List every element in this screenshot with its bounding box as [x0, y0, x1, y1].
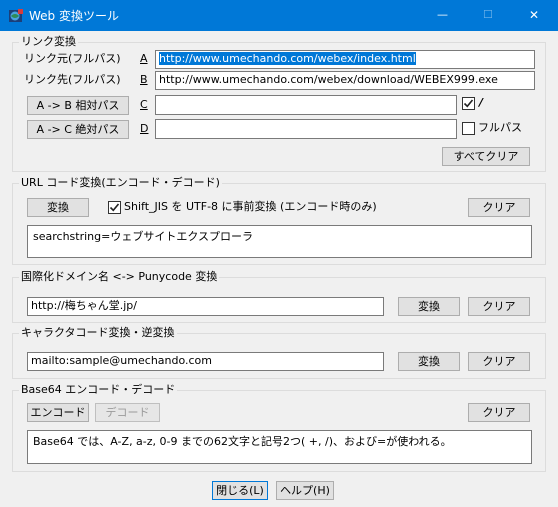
base64-text-value: Base64 では、A-Z, a-z, 0-9 までの62文字と記号2つ( +,… [33, 435, 452, 448]
target-key: B [140, 73, 148, 86]
charcode-clear-button[interactable]: クリア [468, 352, 530, 371]
url-convert-button[interactable]: 変換 [27, 198, 89, 217]
link-conversion-legend: リンク変換 [19, 35, 78, 49]
title-bar[interactable]: Web 変換ツール — ☐ ✕ [0, 0, 558, 31]
charcode-input[interactable]: mailto:sample@umechando.com [27, 352, 384, 371]
target-url-input[interactable]: http://www.umechando.com/webex/download/… [155, 71, 535, 90]
absolute-key: D [140, 122, 149, 135]
base64-text-area[interactable]: Base64 では、A-Z, a-z, 0-9 までの62文字と記号2つ( +,… [27, 430, 532, 464]
url-text-area[interactable]: searchstring=ウェブサイトエクスプローラ [27, 225, 532, 258]
url-text-value: searchstring=ウェブサイトエクスプローラ [33, 230, 254, 243]
checkmark-icon [463, 99, 474, 108]
minimize-icon: — [437, 8, 448, 21]
app-globe-icon [9, 9, 23, 22]
sjis-precheck-label: Shift_JIS を UTF-8 に事前変換 (エンコード時のみ) [124, 200, 377, 213]
idn-input[interactable]: http://梅ちゃん堂.jp/ [27, 297, 384, 316]
target-url-value: http://www.umechando.com/webex/download/… [159, 73, 498, 86]
charcode-input-value: mailto:sample@umechando.com [31, 354, 213, 367]
source-url-value: http://www.umechando.com/webex/index.htm… [159, 52, 416, 65]
relative-key: C [140, 98, 148, 111]
idn-legend: 国際化ドメイン名 <-> Punycode 変換 [19, 270, 220, 284]
clear-all-button[interactable]: すべてクリア [442, 147, 530, 166]
absolute-path-output[interactable] [155, 119, 457, 139]
source-url-input[interactable]: http://www.umechando.com/webex/index.htm… [155, 50, 535, 69]
app-window: Web 変換ツール — ☐ ✕ リンク変換 リンク元(フルパス) A http:… [0, 0, 558, 507]
maximize-button[interactable]: ☐ [466, 0, 512, 31]
minimize-button[interactable]: — [420, 0, 466, 31]
help-button[interactable]: ヘルプ(H) [276, 481, 334, 500]
source-label: リンク元(フルパス) [24, 52, 121, 65]
checkmark-icon [109, 203, 120, 212]
absolute-path-button[interactable]: A -> C 絶対パス [27, 120, 129, 139]
close-button[interactable]: 閉じる(L) [212, 481, 268, 500]
fullpath-checkbox-label: フルパス [478, 121, 522, 134]
charcode-convert-button[interactable]: 変換 [398, 352, 460, 371]
idn-input-value: http://梅ちゃん堂.jp/ [31, 299, 137, 312]
base64-decode-button[interactable]: デコード [95, 403, 160, 422]
relative-path-output[interactable] [155, 95, 457, 115]
relative-checkbox[interactable] [462, 97, 475, 110]
base64-legend: Base64 エンコード・デコード [19, 383, 178, 397]
relative-path-button[interactable]: A -> B 相対パス [27, 96, 129, 115]
charcode-legend: キャラクタコード変換・逆変換 [19, 326, 177, 340]
window-title: Web 変換ツール [29, 9, 119, 23]
fullpath-checkbox[interactable] [462, 122, 475, 135]
base64-clear-button[interactable]: クリア [468, 403, 530, 422]
url-encode-legend: URL コード変換(エンコード・デコード) [19, 176, 222, 190]
idn-clear-button[interactable]: クリア [468, 297, 530, 316]
close-icon: ✕ [529, 8, 540, 22]
maximize-icon: ☐ [483, 8, 493, 21]
target-label: リンク先(フルパス) [24, 73, 121, 86]
source-key: A [140, 52, 148, 65]
relative-checkbox-label: / [479, 96, 484, 109]
sjis-precheck-checkbox[interactable] [108, 201, 121, 214]
idn-convert-button[interactable]: 変換 [398, 297, 460, 316]
url-clear-button[interactable]: クリア [468, 198, 530, 217]
base64-encode-button[interactable]: エンコード [27, 403, 89, 422]
close-window-button[interactable]: ✕ [512, 0, 558, 31]
